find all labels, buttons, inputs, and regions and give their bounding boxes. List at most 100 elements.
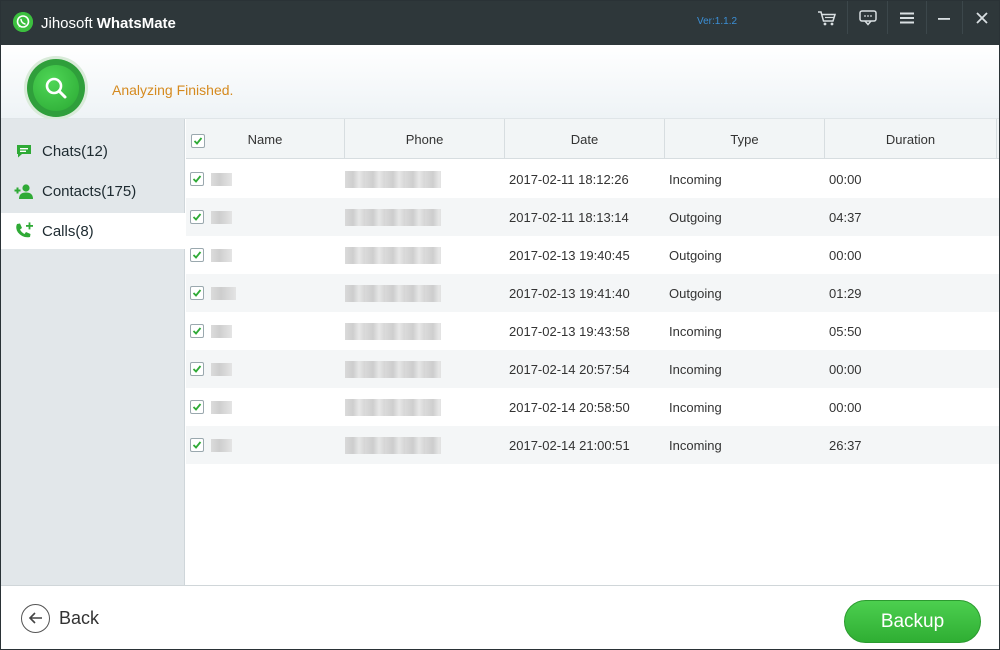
sidebar-item-label: Chats(12) [42,142,108,160]
table-row[interactable]: 2017-02-11 18:12:26 Incoming 00:00 [186,160,999,198]
row-checkbox[interactable] [190,172,204,186]
sidebar-item-label: Contacts(175) [42,182,137,200]
chat-icon [14,141,34,161]
call-date: 2017-02-13 19:40:45 [509,247,630,263]
redacted-name [211,439,232,452]
call-date: 2017-02-11 18:13:14 [509,209,629,225]
column-header-label: Type [730,131,759,147]
sidebar-item-chats[interactable]: Chats(12) [1,133,185,169]
call-type: Outgoing [669,285,722,301]
call-duration: 00:00 [829,361,862,377]
table-row[interactable]: 2017-02-14 21:00:51 Incoming 26:37 [186,426,999,464]
redacted-phone [345,399,441,416]
column-header-label: Phone [405,131,444,147]
column-header-label: Duration [885,131,936,147]
call-duration: 00:00 [829,171,862,187]
redacted-phone [345,171,441,188]
call-duration: 00:00 [829,247,862,263]
checkmark-icon [192,289,202,297]
call-duration: 26:37 [829,437,862,453]
call-date: 2017-02-13 19:43:58 [509,323,630,339]
redacted-phone [345,361,441,378]
app-brand: Jihosoft [41,15,93,32]
call-icon [14,221,34,241]
back-button[interactable]: Back [21,603,99,633]
checkmark-icon [193,137,203,145]
close-icon [975,11,988,24]
call-type: Incoming [669,361,722,377]
feedback-icon [858,9,877,26]
call-date: 2017-02-14 20:57:54 [509,361,630,377]
column-header-phone[interactable]: Phone [345,119,505,159]
redacted-name [211,325,232,338]
row-checkbox[interactable] [190,438,204,452]
redacted-phone [345,323,441,340]
checkmark-icon [192,251,202,259]
redacted-name [211,287,236,300]
status-indicator [27,59,85,117]
table-header: Name Phone Date Type Duration [186,119,999,159]
call-type: Outgoing [669,209,722,225]
sidebar-item-contacts[interactable]: Contacts(175) [1,173,185,209]
table-row[interactable]: 2017-02-13 19:40:45 Outgoing 00:00 [186,236,999,274]
redacted-phone [345,285,441,302]
call-type: Incoming [669,171,722,187]
row-checkbox[interactable] [190,362,204,376]
row-checkbox[interactable] [190,400,204,414]
minimize-button[interactable] [924,1,963,34]
call-type: Incoming [669,437,722,453]
table-row[interactable]: 2017-02-13 19:43:58 Incoming 05:50 [186,312,999,350]
checkmark-icon [192,213,202,221]
redacted-name [211,173,232,186]
select-all-checkbox[interactable] [191,134,205,148]
row-checkbox[interactable] [190,210,204,224]
redacted-phone [345,437,441,454]
table-row[interactable]: 2017-02-14 20:58:50 Incoming 00:00 [186,388,999,426]
row-checkbox[interactable] [190,248,204,262]
redacted-name [211,363,232,376]
back-arrow-icon [21,603,50,633]
call-date: 2017-02-14 20:58:50 [509,399,630,415]
table-row[interactable]: 2017-02-14 20:57:54 Incoming 00:00 [186,350,999,388]
call-duration: 04:37 [829,209,862,225]
call-date: 2017-02-14 21:00:51 [509,437,630,453]
version-label: Ver:1.1.2 [697,16,738,27]
column-header-label: Date [570,131,599,147]
table-row[interactable]: 2017-02-11 18:13:14 Outgoing 04:37 [186,198,999,236]
table-row[interactable]: 2017-02-13 19:41:40 Outgoing 01:29 [186,274,999,312]
title-bar: Jihosoft WhatsMate Ver:1.1.2 [1,1,999,45]
call-type: Incoming [669,323,722,339]
row-checkbox[interactable] [190,286,204,300]
redacted-name [211,249,232,262]
app-title: Jihosoft WhatsMate [41,15,176,32]
back-label: Back [59,607,100,628]
redacted-name [211,401,232,414]
menu-button[interactable] [887,1,926,34]
row-checkbox[interactable] [190,324,204,338]
cart-button[interactable] [807,1,846,34]
sidebar: Chats(12) Contacts(175) Calls(8) [1,119,185,585]
checkmark-icon [192,327,202,335]
call-date: 2017-02-13 19:41:40 [509,285,630,301]
checkmark-icon [192,365,202,373]
backup-button[interactable]: Backup [844,600,981,643]
column-header-type[interactable]: Type [665,119,825,159]
call-duration: 00:00 [829,399,862,415]
call-duration: 05:50 [829,323,862,339]
checkmark-icon [192,403,202,411]
column-header-name[interactable]: Name [186,119,345,159]
whatsapp-logo-icon [13,12,33,32]
column-header-label: Name [247,131,283,147]
cart-icon [817,10,836,25]
close-button[interactable] [962,1,999,34]
feedback-button[interactable] [848,1,887,34]
redacted-name [211,211,232,224]
checkmark-icon [192,175,202,183]
sidebar-item-calls[interactable]: Calls(8) [1,213,185,249]
redacted-phone [345,247,441,264]
status-message: Analyzing Finished. [112,82,234,98]
footer-bar: Back Backup [1,585,999,649]
column-header-duration[interactable]: Duration [825,119,997,159]
column-header-date[interactable]: Date [505,119,665,159]
menu-icon [899,12,914,23]
